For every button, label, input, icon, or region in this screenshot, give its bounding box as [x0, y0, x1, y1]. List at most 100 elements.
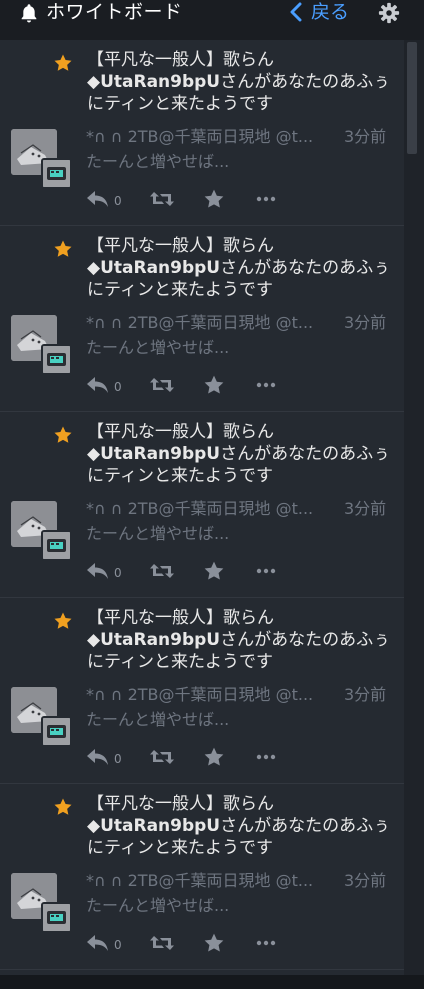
timestamp: 3分前 [344, 685, 387, 704]
notification-list: 【平凡な一般人】歌らん ◆UtaRan9bpUさんがあなたのあふぅにティンと来た… [0, 40, 404, 975]
tweet-snippet: たーんと増やせば... [86, 896, 230, 915]
sub-avatar-image [43, 532, 70, 559]
retweet-icon [150, 192, 174, 206]
reply-icon [87, 191, 108, 207]
reply-count: 0 [114, 194, 122, 208]
notification-item[interactable]: 【平凡な一般人】歌らん ◆UtaRan9bpUさんがあなたのあふぅにティンと来た… [0, 412, 404, 598]
reply-button[interactable]: 0 [86, 559, 122, 583]
author-name[interactable]: *∩ ∩ 2TB@千葉両日現地 @t... [86, 313, 313, 332]
reply-icon [87, 749, 108, 765]
author-name[interactable]: *∩ ∩ 2TB@千葉両日現地 @t... [86, 871, 313, 890]
bottom-strip [0, 975, 424, 989]
tweet-snippet: たーんと増やせば... [86, 338, 230, 357]
back-button[interactable]: 戻る [289, 0, 349, 24]
reply-button[interactable]: 0 [86, 373, 122, 397]
retweet-button[interactable] [149, 187, 175, 211]
user-handle[interactable]: ◆UtaRan9bpU [87, 258, 220, 278]
header-bar: ホワイトボード 戻る [0, 0, 424, 40]
page-title: ホワイトボード [46, 1, 183, 23]
sub-avatar [41, 716, 72, 747]
more-icon [256, 754, 276, 760]
star-icon [204, 375, 224, 394]
like-button[interactable] [203, 373, 225, 397]
more-button[interactable] [256, 745, 276, 769]
timestamp: 3分前 [344, 871, 387, 890]
user-handle[interactable]: ◆UtaRan9bpU [87, 72, 220, 92]
notification-headline: 【平凡な一般人】歌らん ◆UtaRan9bpUさんがあなたのあふぅにティンと来た… [87, 421, 392, 487]
retweet-icon [150, 378, 174, 392]
retweet-button[interactable] [149, 931, 175, 955]
author-name[interactable]: *∩ ∩ 2TB@千葉両日現地 @t... [86, 685, 313, 704]
star-icon [204, 189, 224, 208]
notification-meta: *∩ ∩ 2TB@千葉両日現地 @t... 3分前 [86, 683, 396, 707]
headline-prefix: 【平凡な一般人】歌らん [87, 422, 274, 442]
more-button[interactable] [256, 931, 276, 955]
more-button[interactable] [256, 373, 276, 397]
star-icon [54, 612, 72, 629]
more-icon [256, 940, 276, 946]
author-name[interactable]: *∩ ∩ 2TB@千葉両日現地 @t... [86, 127, 313, 146]
retweet-icon [150, 564, 174, 578]
back-label: 戻る [311, 1, 350, 23]
user-handle[interactable]: ◆UtaRan9bpU [87, 444, 220, 464]
retweet-icon [150, 936, 174, 950]
action-bar: 0 [86, 373, 386, 397]
like-button[interactable] [203, 931, 225, 955]
retweet-button[interactable] [149, 373, 175, 397]
notification-headline: 【平凡な一般人】歌らん ◆UtaRan9bpUさんがあなたのあふぅにティンと来た… [87, 793, 392, 859]
chevron-left-icon [290, 2, 302, 22]
like-button[interactable] [203, 559, 225, 583]
action-bar: 0 [86, 745, 386, 769]
retweet-button[interactable] [149, 559, 175, 583]
reply-button[interactable]: 0 [86, 931, 122, 955]
reply-count: 0 [114, 380, 122, 394]
scrollbar[interactable] [404, 40, 424, 975]
more-button[interactable] [256, 187, 276, 211]
user-handle[interactable]: ◆UtaRan9bpU [87, 630, 220, 650]
notification-meta: *∩ ∩ 2TB@千葉両日現地 @t... 3分前 [86, 497, 396, 521]
like-button[interactable] [203, 187, 225, 211]
more-icon [256, 568, 276, 574]
action-bar: 0 [86, 559, 386, 583]
notification-headline: 【平凡な一般人】歌らん ◆UtaRan9bpUさんがあなたのあふぅにティンと来た… [87, 49, 392, 115]
reply-icon [87, 377, 108, 393]
notification-headline: 【平凡な一般人】歌らん ◆UtaRan9bpUさんがあなたのあふぅにティンと来た… [87, 607, 392, 673]
notification-item[interactable]: 【平凡な一般人】歌らん ◆UtaRan9bpUさんがあなたのあふぅにティンと来た… [0, 598, 404, 784]
like-button[interactable] [203, 745, 225, 769]
action-bar: 0 [86, 931, 386, 955]
sub-avatar [41, 902, 72, 933]
notification-item[interactable]: 【平凡な一般人】歌らん ◆UtaRan9bpUさんがあなたのあふぅにティンと来た… [0, 40, 404, 226]
reply-button[interactable]: 0 [86, 745, 122, 769]
headline-prefix: 【平凡な一般人】歌らん [87, 50, 274, 70]
reply-button[interactable]: 0 [86, 187, 122, 211]
reply-icon [87, 563, 108, 579]
sub-avatar-image [43, 160, 70, 187]
notification-meta: *∩ ∩ 2TB@千葉両日現地 @t... 3分前 [86, 125, 396, 149]
sub-avatar-image [43, 718, 70, 745]
sub-avatar [41, 530, 72, 561]
user-handle[interactable]: ◆UtaRan9bpU [87, 816, 220, 836]
author-name[interactable]: *∩ ∩ 2TB@千葉両日現地 @t... [86, 499, 313, 518]
retweet-icon [150, 750, 174, 764]
star-icon [204, 561, 224, 580]
timestamp: 3分前 [344, 127, 387, 146]
tweet-snippet: たーんと増やせば... [86, 152, 230, 171]
notification-item[interactable]: 【平凡な一般人】歌らん ◆UtaRan9bpUさんがあなたのあふぅにティンと来た… [0, 226, 404, 412]
action-bar: 0 [86, 187, 386, 211]
sub-avatar [41, 344, 72, 375]
star-icon [204, 933, 224, 952]
gear-icon[interactable] [378, 2, 400, 24]
more-button[interactable] [256, 559, 276, 583]
sub-avatar-image [43, 346, 70, 373]
star-icon [54, 426, 72, 443]
notification-item[interactable]: 【平凡な一般人】歌らん ◆UtaRan9bpUさんがあなたのあふぅにティンと来た… [0, 784, 404, 970]
scrollbar-thumb[interactable] [407, 42, 417, 154]
notification-meta: *∩ ∩ 2TB@千葉両日現地 @t... 3分前 [86, 311, 396, 335]
retweet-button[interactable] [149, 745, 175, 769]
reply-icon [87, 935, 108, 951]
headline-prefix: 【平凡な一般人】歌らん [87, 608, 274, 628]
bell-icon [21, 4, 37, 23]
more-icon [256, 196, 276, 202]
notification-headline: 【平凡な一般人】歌らん ◆UtaRan9bpUさんがあなたのあふぅにティンと来た… [87, 235, 392, 301]
reply-count: 0 [114, 566, 122, 580]
